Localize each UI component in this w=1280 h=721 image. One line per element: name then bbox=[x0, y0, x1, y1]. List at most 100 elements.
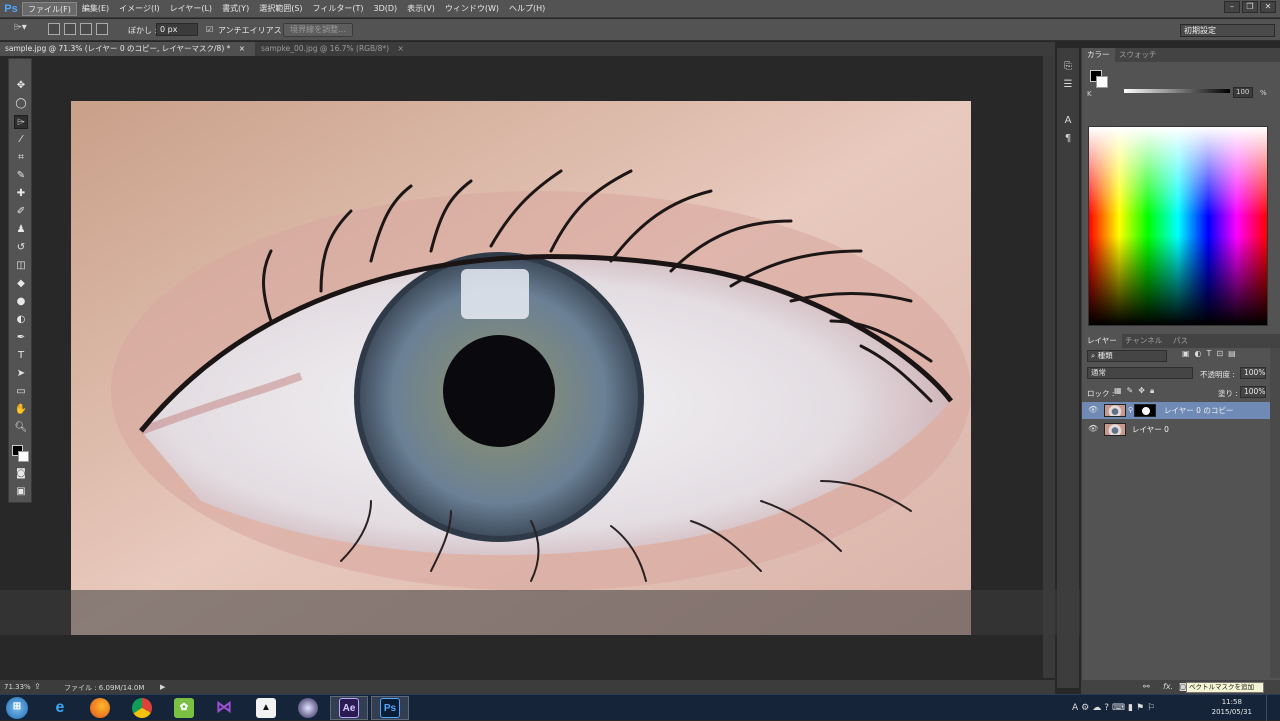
menu-edit[interactable]: 編集(E) bbox=[77, 2, 114, 16]
link-chain-icon[interactable]: ⚲ bbox=[1128, 406, 1133, 414]
menu-file[interactable]: ファイル(F) bbox=[22, 1, 77, 16]
hand-tool-icon[interactable]: ✋ bbox=[14, 403, 28, 417]
canvas-overlay-band bbox=[0, 590, 1080, 635]
menu-select[interactable]: 選択範囲(S) bbox=[254, 2, 307, 16]
elliptical-marquee-icon[interactable]: ◯ bbox=[14, 97, 28, 111]
tab-swatches[interactable]: スウォッチ bbox=[1114, 48, 1162, 62]
link-layers-icon[interactable]: ⚯ bbox=[1143, 682, 1150, 691]
clone-stamp-icon[interactable]: ♟ bbox=[14, 223, 28, 237]
clock[interactable]: 11:58 2015/05/31 bbox=[1212, 697, 1252, 717]
healing-brush-icon[interactable]: ✚ bbox=[14, 187, 28, 201]
feather-input[interactable]: 0 px bbox=[156, 23, 198, 36]
screen-mode-icon[interactable]: ▣ bbox=[14, 485, 28, 499]
chrome-icon[interactable] bbox=[132, 698, 152, 718]
layer-mask-thumbnail[interactable] bbox=[1134, 404, 1156, 417]
firefox-icon[interactable] bbox=[90, 698, 110, 718]
history-panel-icon[interactable]: ⎘ bbox=[1061, 60, 1075, 74]
tab-sample-jpg[interactable]: sample.jpg @ 71.3% (レイヤー 0 のコピー, レイヤーマスク… bbox=[0, 42, 255, 56]
zoom-tool-icon[interactable]: 🔍︎ bbox=[14, 421, 28, 435]
layer-name[interactable]: レイヤー 0 のコピー bbox=[1164, 405, 1233, 416]
tab-paths[interactable]: パス bbox=[1168, 334, 1193, 348]
tab-close-icon[interactable]: × bbox=[397, 44, 403, 53]
menu-type[interactable]: 書式(Y) bbox=[217, 2, 254, 16]
inkscape-icon[interactable]: ▲ bbox=[256, 698, 276, 718]
polygonal-lasso-tool-preset-icon[interactable]: ⌲▾ bbox=[14, 22, 34, 37]
status-menu-arrow-icon[interactable]: ▶ bbox=[160, 683, 165, 691]
intersect-selection-icon[interactable] bbox=[96, 23, 108, 35]
crop-tool-icon[interactable]: ⌗ bbox=[14, 151, 28, 165]
export-icon[interactable]: ⇪ bbox=[34, 682, 41, 691]
character-panel-icon[interactable]: A bbox=[1061, 114, 1075, 128]
paragraph-panel-icon[interactable]: ¶ bbox=[1061, 132, 1075, 146]
internet-explorer-icon[interactable]: e bbox=[50, 698, 70, 718]
system-tray-icons[interactable]: A⚙☁?⌨▮⚑⚐ bbox=[1072, 703, 1158, 713]
close-button[interactable]: ✕ bbox=[1260, 1, 1276, 13]
tab-sampke-00-jpg[interactable]: sampke_00.jpg @ 16.7% (RGB/8*) × bbox=[256, 42, 404, 56]
layer-row[interactable]: 👁︎ レイヤー 0 bbox=[1082, 421, 1270, 438]
pen-tool-icon[interactable]: ✒ bbox=[14, 331, 28, 345]
canvas-scrollbar[interactable] bbox=[1043, 56, 1055, 678]
path-selection-icon[interactable]: ➤ bbox=[14, 367, 28, 381]
evernote-icon[interactable]: ✿ bbox=[174, 698, 194, 718]
new-selection-icon[interactable] bbox=[48, 23, 60, 35]
brush-tool-icon[interactable]: ✐ bbox=[14, 205, 28, 219]
show-desktop-button[interactable] bbox=[1266, 695, 1280, 721]
tab-layers[interactable]: レイヤー bbox=[1082, 334, 1122, 348]
fill-input[interactable]: 100% bbox=[1240, 386, 1266, 398]
properties-panel-icon[interactable]: ☰ bbox=[1061, 78, 1075, 92]
eclipse-icon[interactable] bbox=[298, 698, 318, 718]
rectangle-tool-icon[interactable]: ▭ bbox=[14, 385, 28, 399]
quick-mask-icon[interactable]: ◙ bbox=[14, 467, 28, 481]
menu-help[interactable]: ヘルプ(H) bbox=[504, 2, 550, 16]
tab-close-icon[interactable]: × bbox=[239, 44, 245, 53]
menu-image[interactable]: イメージ(I) bbox=[114, 2, 164, 16]
eraser-icon[interactable]: ◫ bbox=[14, 259, 28, 273]
subtract-selection-icon[interactable] bbox=[80, 23, 92, 35]
k-slider[interactable] bbox=[1124, 89, 1230, 93]
move-tool-icon[interactable]: ✥ bbox=[14, 79, 28, 93]
windows-start-icon[interactable]: ⊞ bbox=[6, 697, 28, 719]
visibility-eye-icon[interactable]: 👁︎ bbox=[1088, 406, 1098, 414]
photoshop-icon[interactable]: Ps bbox=[380, 698, 400, 718]
eyedropper-icon[interactable]: ✎ bbox=[14, 169, 28, 183]
layers-scrollbar[interactable] bbox=[1270, 348, 1280, 678]
zoom-level[interactable]: 71.33% bbox=[4, 683, 31, 691]
tab-color[interactable]: カラー bbox=[1082, 48, 1115, 62]
menu-window[interactable]: ウィンドウ(W) bbox=[440, 2, 504, 16]
menu-filter[interactable]: フィルター(T) bbox=[308, 2, 369, 16]
menu-view[interactable]: 表示(V) bbox=[402, 2, 440, 16]
after-effects-icon[interactable]: Ae bbox=[339, 698, 359, 718]
layer-filter-icons[interactable]: ▣◐T⊡▤ bbox=[1182, 349, 1241, 358]
antialias-checkbox[interactable]: ☑ bbox=[206, 25, 213, 34]
minimize-button[interactable]: – bbox=[1224, 1, 1240, 13]
status-bar: 71.33% ⇪ ファイル : 6.09M/14.0M ▶ bbox=[0, 680, 1055, 694]
k-value-input[interactable]: 100 bbox=[1233, 87, 1253, 98]
layer-filter-select[interactable]: ⌕ 種類 bbox=[1087, 350, 1167, 362]
add-selection-icon[interactable] bbox=[64, 23, 76, 35]
dodge-tool-icon[interactable]: ◐ bbox=[14, 313, 28, 327]
menu-3d[interactable]: 3D(D) bbox=[369, 2, 403, 16]
color-spectrum[interactable] bbox=[1088, 126, 1268, 326]
background-color-chip[interactable] bbox=[1096, 76, 1108, 88]
blur-tool-icon[interactable]: ● bbox=[14, 295, 28, 309]
layer-name[interactable]: レイヤー 0 bbox=[1132, 424, 1169, 435]
opacity-input[interactable]: 100% bbox=[1240, 367, 1266, 379]
layer-row[interactable]: 👁︎ ⚲ レイヤー 0 のコピー bbox=[1082, 402, 1270, 419]
history-brush-icon[interactable]: ↺ bbox=[14, 241, 28, 255]
blend-mode-select[interactable]: 通常 bbox=[1087, 367, 1193, 379]
polygonal-lasso-icon[interactable]: ⌲ bbox=[14, 115, 28, 129]
paint-bucket-icon[interactable]: ◆ bbox=[14, 277, 28, 291]
visual-studio-icon[interactable]: ⋈ bbox=[214, 698, 234, 718]
restore-button[interactable]: ❐ bbox=[1242, 1, 1258, 13]
document-image[interactable] bbox=[71, 101, 971, 635]
lock-icons[interactable]: ▦✎✥🔒︎ bbox=[1114, 386, 1159, 396]
refine-edge-button[interactable]: 境界線を調整... bbox=[283, 23, 353, 37]
menu-layer[interactable]: レイヤー(L) bbox=[165, 2, 217, 16]
layer-style-fx-icon[interactable]: fx. bbox=[1163, 682, 1173, 691]
tab-channels[interactable]: チャンネル bbox=[1120, 334, 1167, 348]
type-tool-icon[interactable]: T bbox=[14, 349, 28, 363]
visibility-eye-icon[interactable]: 👁︎ bbox=[1088, 425, 1098, 433]
background-color-swatch[interactable] bbox=[18, 451, 29, 462]
quick-selection-icon[interactable]: ⁄ bbox=[14, 133, 28, 147]
workspace-select[interactable]: 初期設定 bbox=[1180, 24, 1275, 37]
